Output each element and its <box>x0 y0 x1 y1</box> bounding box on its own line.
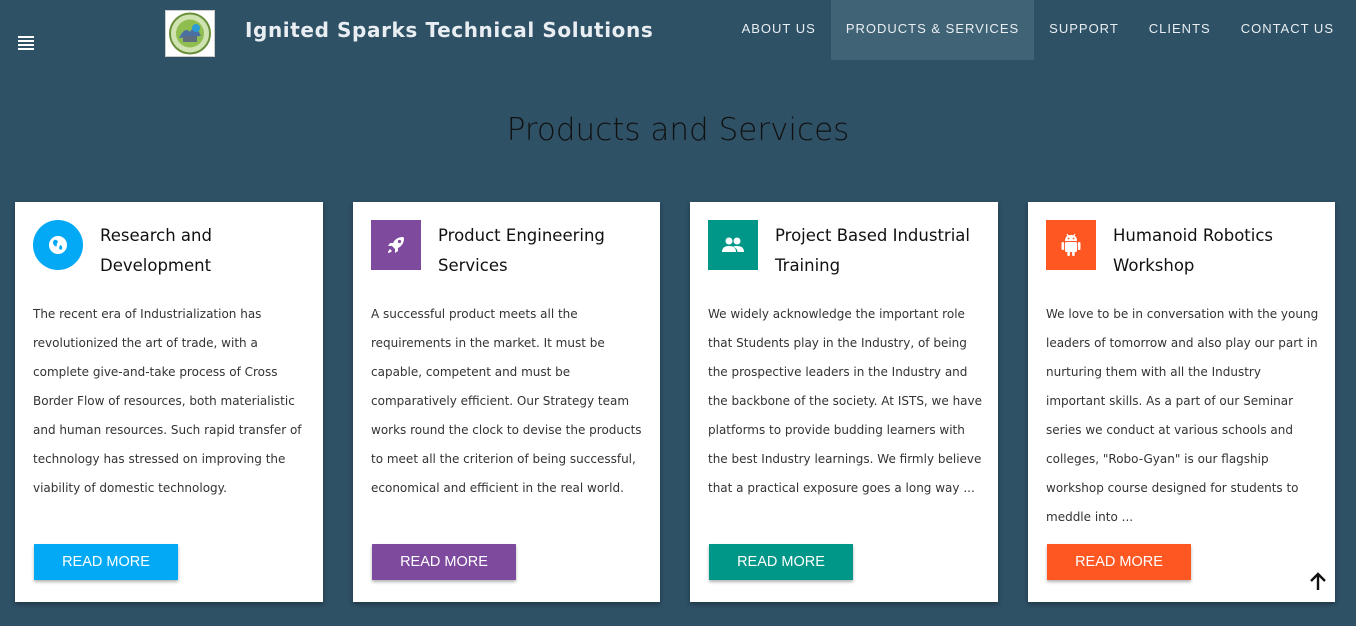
read-more-button[interactable]: READ MORE <box>1047 544 1191 580</box>
page-title: Products and Services <box>506 112 850 148</box>
globe-icon <box>33 220 83 270</box>
nav-products-services[interactable]: PRODUCTS & SERVICES <box>830 0 1035 60</box>
main-nav: ABOUT US PRODUCTS & SERVICES SUPPORT CLI… <box>727 0 1356 60</box>
card-description: We love to be in conversation with the y… <box>1046 307 1319 524</box>
card-title: Product Engineering Services <box>438 226 605 275</box>
nav-contact-us[interactable]: CONTACT US <box>1226 0 1356 60</box>
people-icon <box>708 220 758 270</box>
site-header: Ignited Sparks Technical Solutions ABOUT… <box>0 0 1356 60</box>
nav-about-us[interactable]: ABOUT US <box>727 0 831 60</box>
card-humanoid-robotics: Humanoid Robotics Workshop We love to be… <box>1028 202 1335 602</box>
card-product-engineering: Product Engineering Services A successfu… <box>353 202 660 602</box>
read-more-button[interactable]: READ MORE <box>34 544 178 580</box>
card-description: We widely acknowledge the important role… <box>708 307 983 495</box>
android-icon <box>1046 220 1096 270</box>
arrow-up-icon[interactable] <box>1306 570 1330 594</box>
read-more-button[interactable]: READ MORE <box>372 544 516 580</box>
read-more-button[interactable]: READ MORE <box>709 544 853 580</box>
menu-icon[interactable] <box>18 36 34 50</box>
card-description: A successful product meets all the requi… <box>371 307 642 495</box>
card-industrial-training: Project Based Industrial Training We wid… <box>690 202 998 602</box>
card-title: Project Based Industrial Training <box>775 226 970 275</box>
card-title: Humanoid Robotics Workshop <box>1113 226 1274 275</box>
company-logo[interactable] <box>165 10 215 57</box>
rocket-icon <box>371 220 421 270</box>
brand-name[interactable]: Ignited Sparks Technical Solutions <box>245 18 653 42</box>
card-title: Research and Development <box>100 226 212 275</box>
card-description: The recent era of Industrialization has … <box>33 307 302 495</box>
nav-clients[interactable]: CLIENTS <box>1134 0 1226 60</box>
card-research-development: Research and Development The recent era … <box>15 202 323 602</box>
nav-support[interactable]: SUPPORT <box>1034 0 1134 60</box>
